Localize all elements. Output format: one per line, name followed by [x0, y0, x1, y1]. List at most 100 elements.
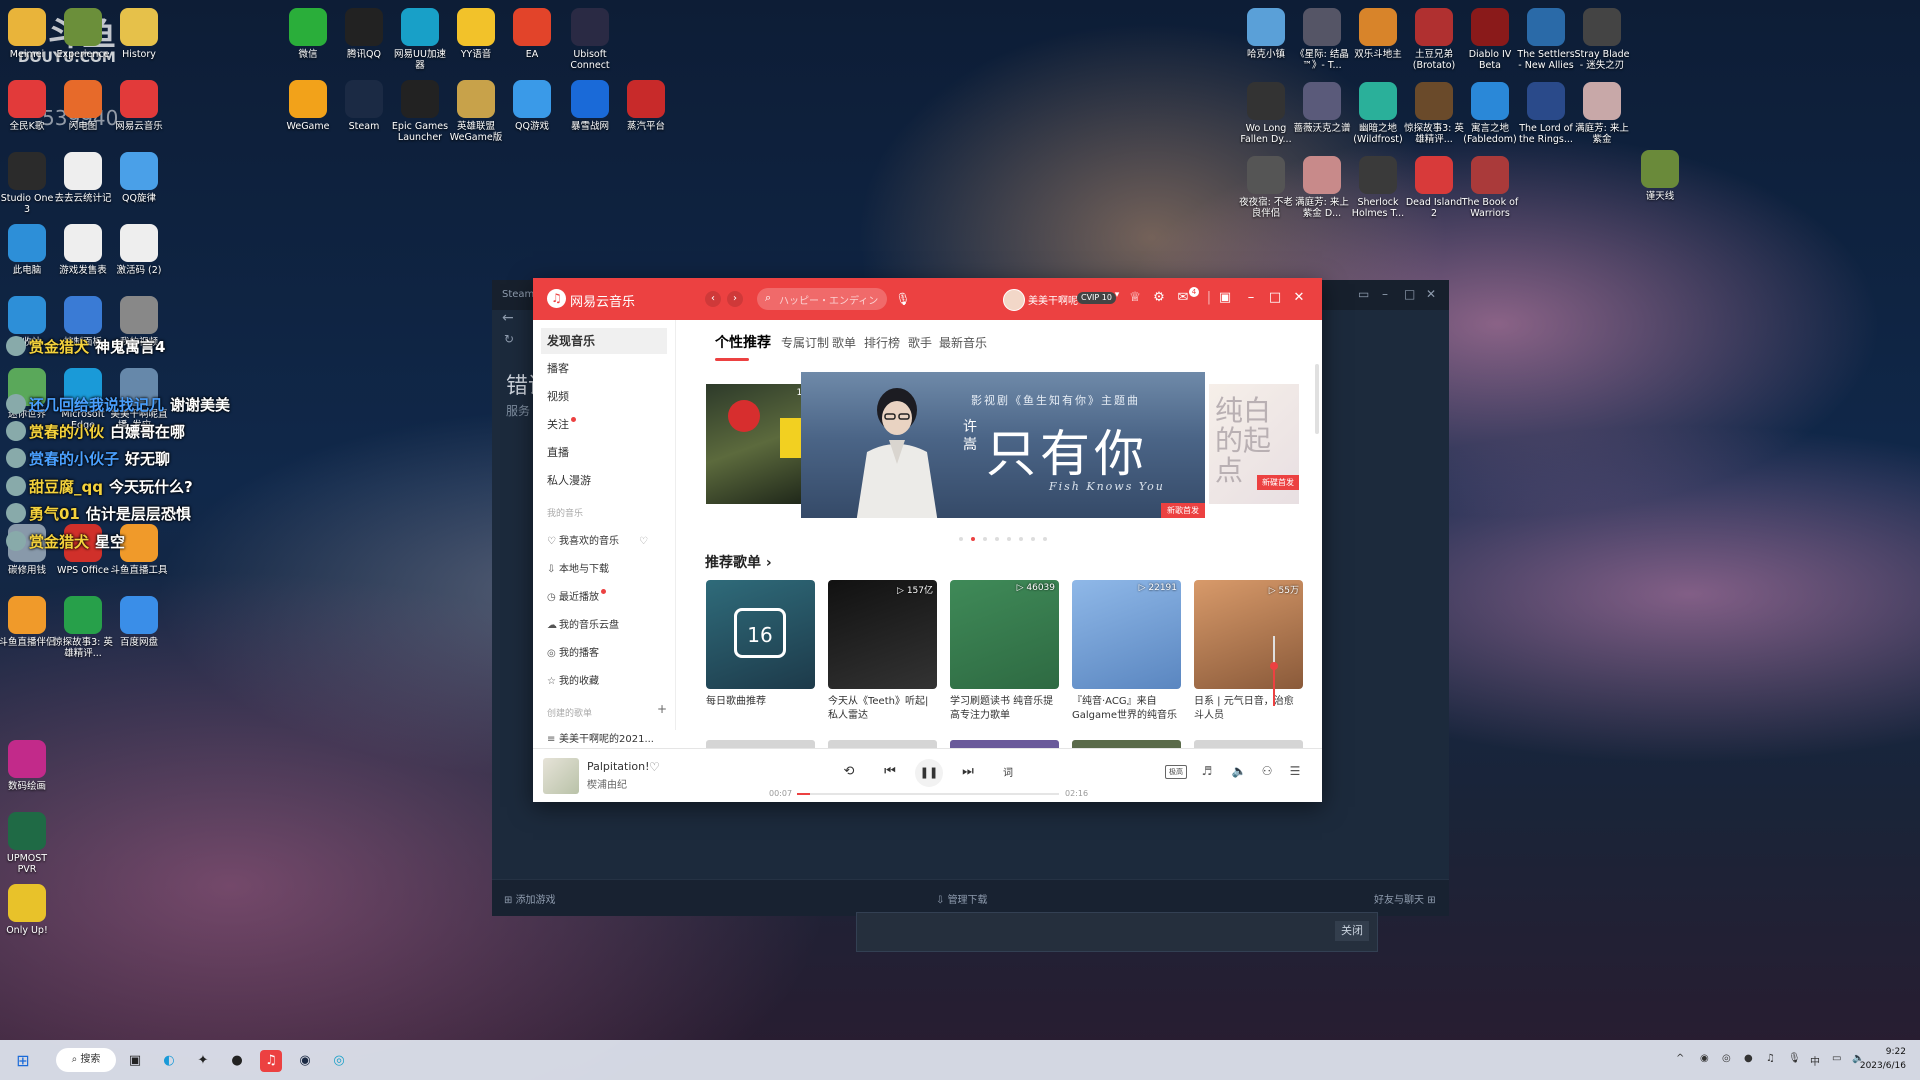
desktop-icon[interactable]: 去去云统计记: [53, 152, 113, 204]
user-avatar[interactable]: [1003, 289, 1025, 311]
volume-icon[interactable]: 🔈: [1229, 764, 1249, 778]
sound-effect-icon[interactable]: ♬: [1197, 764, 1217, 778]
desktop-icon[interactable]: 全民K歌: [0, 80, 57, 132]
volume-slider[interactable]: [1269, 636, 1279, 706]
desktop-icon[interactable]: 土豆兄弟 (Brotato): [1404, 8, 1464, 71]
desktop-icon[interactable]: History: [109, 8, 169, 60]
desktop-icon[interactable]: 《星际: 结晶™》- T...: [1292, 8, 1352, 71]
now-playing-cover[interactable]: [543, 758, 579, 794]
desktop-icon[interactable]: YY语音: [446, 8, 506, 60]
quality-button[interactable]: 极高: [1165, 765, 1187, 779]
netease-music-taskbar-icon[interactable]: ♫: [260, 1050, 282, 1072]
forward-arrow-icon[interactable]: ›: [727, 291, 743, 307]
lyrics-button[interactable]: 词: [999, 764, 1017, 779]
listen-together-icon[interactable]: ⚇: [1257, 764, 1277, 778]
desktop-icon[interactable]: Steam: [334, 80, 394, 132]
sidebar-item-follow[interactable]: 关注: [541, 412, 667, 438]
sidebar-item-cloud[interactable]: ☁ 我的音乐云盘: [547, 616, 619, 631]
desktop-icon[interactable]: 寓言之地 (Fabledom): [1460, 82, 1520, 145]
add-playlist-icon[interactable]: +: [657, 702, 667, 716]
back-arrow-icon[interactable]: ‹: [705, 291, 721, 307]
microphone-icon[interactable]: 🎙: [893, 289, 913, 309]
steam-screen-icon[interactable]: ▭: [1358, 287, 1369, 301]
playlist-card[interactable]: ▷ 22191 『纯音·ACG』来自Galgame世界的纯音乐: [1072, 580, 1181, 723]
heartbeat-mode-icon[interactable]: ♡: [639, 536, 648, 547]
ncm-titlebar[interactable]: ♫ 网易云音乐 ‹ › ⌕ ハッピー・エンディン 🎙 美美干啊呢 CVIP 10…: [533, 278, 1322, 320]
desktop-icon[interactable]: 腾讯QQ: [334, 8, 394, 60]
desktop-icon[interactable]: QQ旋律: [109, 152, 169, 204]
steam-dialog-close-button[interactable]: 关闭: [1335, 921, 1369, 941]
desktop-icon[interactable]: 百度网盘: [109, 596, 169, 648]
banner-dot[interactable]: [1031, 537, 1035, 541]
obs-icon[interactable]: ●: [226, 1050, 248, 1072]
sidebar-item-discover[interactable]: 发现音乐: [541, 328, 667, 354]
next-track-icon[interactable]: ⏭: [959, 764, 977, 779]
desktop-icon[interactable]: 谨天线: [1630, 150, 1690, 202]
steam-friends-chat[interactable]: 好友与聊天 ⊞: [1374, 891, 1436, 906]
minimize-icon[interactable]: –: [1243, 290, 1259, 305]
steam-add-game[interactable]: ⊞ 添加游戏: [504, 891, 556, 906]
desktop-icon[interactable]: 惊探故事3: 英雄精评...: [1404, 82, 1464, 145]
banner-dot[interactable]: [983, 537, 987, 541]
sidebar-item-fm[interactable]: 私人漫游: [541, 468, 667, 494]
desktop-icon[interactable]: Epic Games Launcher: [390, 80, 450, 143]
sidebar-item-created-playlist[interactable]: ≡ 美美干啊呢的2021...: [547, 730, 654, 745]
desktop-icon[interactable]: The Settlers - New Allies: [1516, 8, 1576, 71]
edge-icon[interactable]: ◐: [158, 1050, 180, 1072]
desktop-icon[interactable]: EA: [502, 8, 562, 60]
steam-maximize-icon[interactable]: □: [1404, 287, 1415, 301]
tray-chevron-icon[interactable]: ^: [1676, 1053, 1684, 1064]
banner-left[interactable]: 10: [706, 384, 814, 504]
desktop-icon[interactable]: Stray Blade - 迷失之刃: [1572, 8, 1632, 71]
desktop-icon[interactable]: Ubisoft Connect: [560, 8, 620, 71]
desktop-icon[interactable]: Dead Island 2: [1404, 156, 1464, 219]
desktop-icon[interactable]: 满庭芳: 来上紫金: [1572, 82, 1632, 145]
desktop-icon[interactable]: 英雄联盟WeGame版: [446, 80, 506, 143]
desktop-icon[interactable]: Meimei: [0, 8, 57, 60]
playlist-queue-icon[interactable]: ☰: [1285, 764, 1305, 778]
tab-personal[interactable]: 个性推荐: [715, 332, 771, 352]
playlist-card[interactable]: 16 每日歌曲推荐: [706, 580, 815, 723]
desktop-icon[interactable]: Only Up!: [0, 884, 57, 936]
desktop-icon[interactable]: 满庭芳: 来上紫金 D...: [1292, 156, 1352, 219]
pause-button[interactable]: ❚❚: [915, 759, 943, 787]
banner-dot[interactable]: [1019, 537, 1023, 541]
mini-mode-icon[interactable]: ▣: [1217, 290, 1233, 305]
steam-back-icon[interactable]: ←: [502, 310, 514, 326]
playlist-card[interactable]: ▷ 55万 日系 | 元气日音，治愈斗人员: [1194, 580, 1303, 723]
steam-tab[interactable]: Steam: [502, 289, 534, 300]
steam-refresh-icon[interactable]: ↻: [504, 332, 514, 346]
desktop-icon[interactable]: Diablo IV Beta: [1460, 8, 1520, 71]
skin-icon[interactable]: ♕: [1127, 290, 1143, 305]
steam-close-icon[interactable]: ✕: [1426, 287, 1436, 301]
desktop-icon[interactable]: 夜夜宿: 不老良伴侣: [1236, 156, 1296, 219]
playlist-card[interactable]: ▷ 157亿 今天从《Teeth》听起|私人雷达: [828, 580, 937, 723]
tab-new-music[interactable]: 最新音乐: [939, 334, 987, 351]
sidebar-item-video[interactable]: 视频: [541, 384, 667, 410]
desktop-icon[interactable]: 双乐斗地主: [1348, 8, 1408, 60]
search-input[interactable]: ⌕ ハッピー・エンディン: [757, 288, 887, 310]
desktop-icon[interactable]: 闪电图: [53, 80, 113, 132]
playlist-cover[interactable]: ▷ 157亿: [828, 580, 937, 689]
tray-netease-icon[interactable]: ♫: [1766, 1053, 1775, 1064]
sidebar-item-my-podcast[interactable]: ◎ 我的播客: [547, 644, 599, 659]
steam-minimize-icon[interactable]: –: [1382, 287, 1388, 301]
playlist-card[interactable]: ▷ 46039 学习刷题读书 纯音乐提高专注力歌单: [950, 580, 1059, 723]
tray-network-icon[interactable]: ▭: [1832, 1053, 1841, 1064]
desktop-icon[interactable]: 微信: [278, 8, 338, 60]
desktop-icon[interactable]: 数码绘画: [0, 740, 57, 792]
previous-track-icon[interactable]: ⏮: [881, 764, 899, 779]
desktop-icon[interactable]: UPMOST PVR: [0, 812, 57, 875]
sidebar-item-podcast[interactable]: 播客: [541, 356, 667, 382]
gear-icon[interactable]: ⚙: [1151, 290, 1167, 305]
tray-mic-icon[interactable]: 🎙: [1788, 1053, 1801, 1064]
sidebar-item-live[interactable]: 直播: [541, 440, 667, 466]
desktop-icon[interactable]: 暴雪战网: [560, 80, 620, 132]
desktop-icon[interactable]: The Lord of the Rings...: [1516, 82, 1576, 145]
desktop-icon[interactable]: 幽暗之地 (Wildfrost): [1348, 82, 1408, 145]
desktop-icon[interactable]: 网易UU加速器: [390, 8, 450, 71]
chevron-down-icon[interactable]: ▾: [1109, 290, 1125, 300]
taskbar-clock[interactable]: 9:22 2023/6/16: [1860, 1045, 1906, 1073]
desktop-icon[interactable]: Experience: [53, 8, 113, 60]
tab-playlists[interactable]: 歌单: [832, 334, 856, 351]
